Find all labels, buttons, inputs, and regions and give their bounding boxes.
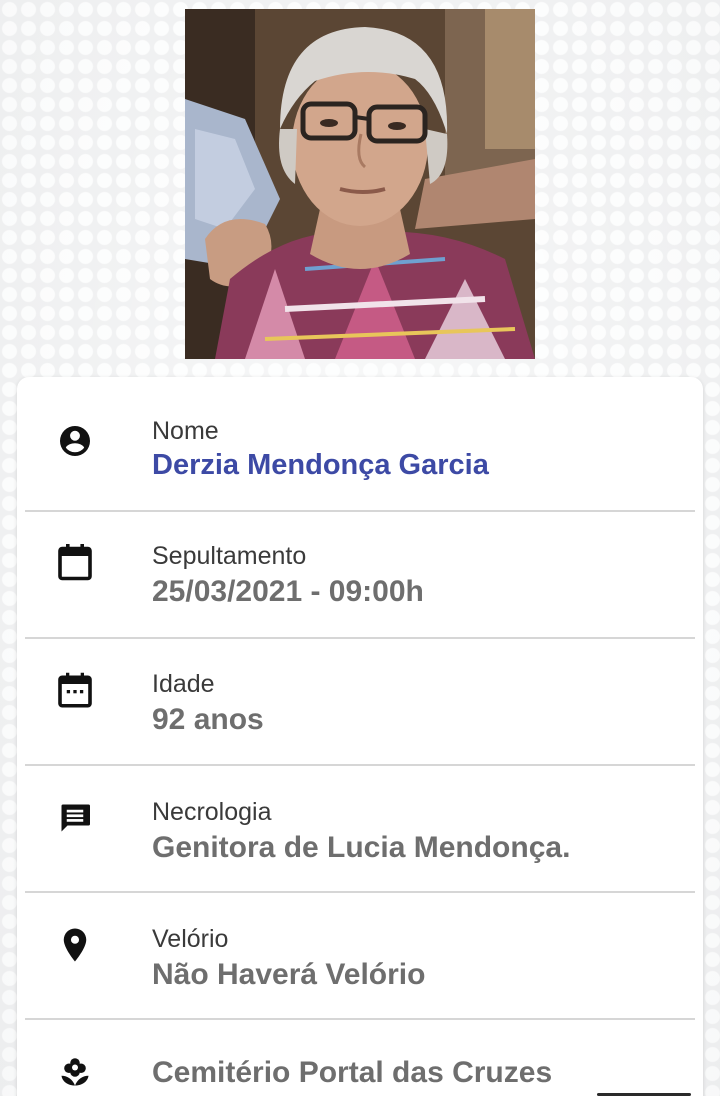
calendar-dots-icon [57, 671, 93, 708]
deceased-photo [185, 9, 535, 359]
location-pin-icon [57, 926, 93, 962]
row-idade: Idade 92 anos [25, 639, 695, 766]
info-card: Nome Derzia Mendonça Garcia Sepultamento… [17, 377, 703, 1096]
calendar-icon [57, 542, 93, 581]
row-nome: Nome Derzia Mendonça Garcia [25, 385, 695, 512]
flower-icon [57, 1054, 93, 1090]
row-necrologia: Necrologia Genitora de Lucia Mendonça. [25, 766, 695, 893]
row-cemiterio: Cemitério Portal das Cruzes [25, 1020, 695, 1096]
necrologia-value: Genitora de Lucia Mendonça. [152, 831, 571, 864]
nome-value: Derzia Mendonça Garcia [152, 449, 489, 481]
nome-label: Nome [152, 417, 219, 445]
sepultamento-value: 25/03/2021 - 09:00h [152, 575, 424, 608]
account-circle-icon [57, 423, 93, 459]
cemiterio-value: Cemitério Portal das Cruzes [152, 1056, 553, 1089]
velorio-value: Não Haverá Velório [152, 958, 426, 991]
idade-value: 92 anos [152, 703, 264, 736]
sepultamento-label: Sepultamento [152, 542, 307, 570]
row-velorio: Velório Não Haverá Velório [25, 893, 695, 1020]
row-sepultamento: Sepultamento 25/03/2021 - 09:00h [25, 512, 695, 639]
portrait-image [185, 9, 535, 359]
idade-label: Idade [152, 670, 215, 698]
message-icon [57, 800, 93, 836]
velorio-label: Velório [152, 925, 229, 953]
necrologia-label: Necrologia [152, 798, 272, 826]
